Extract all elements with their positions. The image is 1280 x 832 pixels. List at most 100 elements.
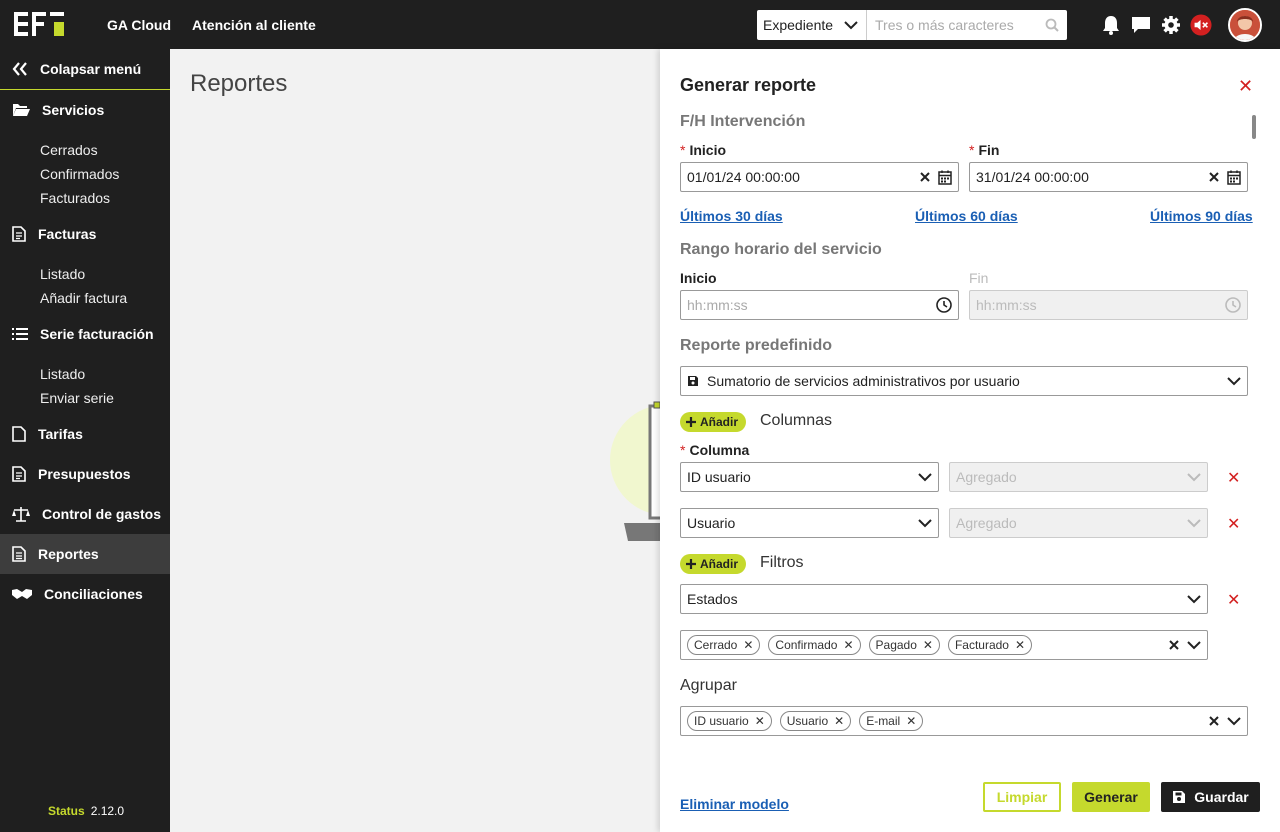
chip: Confirmado ✕: [768, 635, 861, 655]
version-text: 2.12.0: [90, 804, 125, 818]
clear-button[interactable]: Limpiar: [983, 782, 1061, 812]
chevron-down-icon: [1187, 595, 1201, 604]
clear-icon[interactable]: [1209, 172, 1219, 182]
filter-field-value: Estados: [687, 591, 738, 607]
mute-icon[interactable]: [1190, 13, 1212, 36]
delete-model-link[interactable]: Eliminar modelo: [680, 796, 789, 812]
clear-icon[interactable]: [1209, 716, 1219, 726]
calendar-icon[interactable]: [938, 170, 952, 185]
sidebar-sub-enviar-serie[interactable]: Enviar serie: [0, 386, 170, 410]
gear-icon[interactable]: [1160, 14, 1182, 36]
chip: Pagado ✕: [868, 635, 940, 655]
generate-report-panel: Generar reporte ✕ F/H Intervención * Inic…: [660, 49, 1280, 832]
avatar[interactable]: [1228, 8, 1262, 42]
sidebar-item-presupuestos[interactable]: Presupuestos: [0, 454, 170, 494]
link-ultimos-90[interactable]: Últimos 90 días: [1150, 208, 1253, 224]
rango-fin-label: Fin: [969, 270, 989, 286]
column-select-2[interactable]: Usuario: [680, 508, 939, 538]
search-icon[interactable]: [1045, 18, 1059, 32]
clear-icon[interactable]: [1169, 640, 1179, 650]
chip-remove-icon[interactable]: ✕: [923, 638, 933, 652]
sidebar-sub-listado-facturas[interactable]: Listado: [0, 262, 170, 286]
search-input[interactable]: [875, 17, 1035, 33]
intervencion-fin-input[interactable]: 31/01/24 00:00:00: [969, 162, 1248, 192]
column-select-1[interactable]: ID usuario: [680, 462, 939, 492]
sidebar-item-tarifas[interactable]: Tarifas: [0, 414, 170, 454]
chevron-down-icon[interactable]: [1187, 640, 1201, 650]
remove-filter-icon[interactable]: ✕: [1227, 590, 1240, 610]
sidebar-item-label: Control de gastos: [42, 506, 162, 522]
predefinido-select[interactable]: Sumatorio de servicios administrativos p…: [680, 366, 1248, 396]
chip-remove-icon[interactable]: ✕: [1015, 638, 1025, 652]
intervencion-inicio-input[interactable]: 01/01/24 00:00:00: [680, 162, 959, 192]
rango-inicio-input[interactable]: hh:mm:ss: [680, 290, 959, 320]
chip-remove-icon[interactable]: ✕: [906, 714, 916, 728]
chip-remove-icon[interactable]: ✕: [843, 638, 853, 652]
chip-remove-icon[interactable]: ✕: [834, 714, 844, 728]
sidebar-item-reportes[interactable]: Reportes: [0, 534, 170, 574]
sidebar-item-facturas[interactable]: Facturas: [0, 214, 170, 254]
sidebar-item-label: Conciliaciones: [44, 586, 143, 602]
filter-field-select[interactable]: Estados: [680, 584, 1208, 614]
document-icon: [12, 226, 26, 242]
columna-label: * Columna: [680, 442, 750, 458]
clear-icon[interactable]: [920, 172, 930, 182]
generate-button[interactable]: Generar: [1072, 782, 1150, 812]
chip-remove-icon[interactable]: ✕: [755, 714, 765, 728]
sidebar-sub-confirmados[interactable]: Confirmados: [0, 162, 170, 186]
clock-icon[interactable]: [936, 297, 952, 313]
report-icon: [12, 546, 26, 562]
predefinido-value: Sumatorio de servicios administrativos p…: [707, 373, 1020, 389]
sidebar-item-label: Facturas: [38, 226, 97, 242]
plus-icon: [686, 559, 696, 569]
close-icon[interactable]: ✕: [1238, 76, 1253, 97]
sidebar-sub-anadir-factura[interactable]: Añadir factura: [0, 286, 170, 310]
save-button[interactable]: Guardar: [1161, 782, 1260, 812]
save-icon: [688, 376, 698, 386]
column-value-1: ID usuario: [687, 469, 751, 485]
rango-fin-placeholder: hh:mm:ss: [976, 297, 1037, 313]
remove-column-1-icon[interactable]: ✕: [1227, 468, 1240, 488]
sidebar-item-label: Servicios: [42, 102, 105, 118]
collapse-menu-button[interactable]: Colapsar menú: [0, 49, 170, 90]
chevron-down-icon: [918, 519, 932, 528]
double-chevron-left-icon: [12, 62, 27, 76]
chip: ID usuario ✕: [687, 711, 772, 731]
chevron-down-icon: [1227, 377, 1241, 386]
status-label: Status: [48, 804, 85, 818]
add-column-button[interactable]: Añadir: [680, 412, 747, 432]
bell-icon[interactable]: [1100, 14, 1122, 36]
chip-remove-icon[interactable]: ✕: [743, 638, 753, 652]
nav-ga-cloud[interactable]: GA Cloud: [107, 17, 171, 33]
group-by-multiselect[interactable]: ID usuario ✕ Usuario ✕ E-mail ✕: [680, 706, 1248, 736]
calendar-icon[interactable]: [1227, 170, 1241, 185]
save-icon: [1173, 791, 1186, 803]
global-search: Expediente: [757, 10, 1067, 40]
intervencion-fin-value: 31/01/24 00:00:00: [976, 169, 1089, 185]
chat-icon[interactable]: [1130, 14, 1152, 36]
filtros-title: Filtros: [760, 554, 804, 571]
sidebar-item-conciliaciones[interactable]: Conciliaciones: [0, 574, 170, 614]
sidebar-sub-facturados[interactable]: Facturados: [0, 186, 170, 210]
sidebar-item-serie-facturacion[interactable]: Serie facturación: [0, 314, 170, 354]
add-filter-button[interactable]: Añadir: [680, 554, 747, 574]
link-ultimos-60[interactable]: Últimos 60 días: [915, 208, 1018, 224]
sidebar-item-control-gastos[interactable]: Control de gastos: [0, 494, 170, 534]
collapse-menu-label: Colapsar menú: [40, 61, 142, 77]
nav-atencion-cliente[interactable]: Atención al cliente: [192, 17, 316, 33]
column-value-2: Usuario: [687, 515, 736, 531]
document-icon: [12, 466, 26, 482]
section-intervencion-title: F/H Intervención: [680, 113, 806, 130]
intervencion-inicio-value: 01/01/24 00:00:00: [687, 169, 800, 185]
sidebar-item-servicios[interactable]: Servicios: [0, 90, 170, 130]
search-type-select[interactable]: Expediente: [757, 10, 867, 40]
sidebar-sub-cerrados[interactable]: Cerrados: [0, 138, 170, 162]
scrollbar[interactable]: [1252, 115, 1256, 139]
sidebar-sub-listado-serie[interactable]: Listado: [0, 362, 170, 386]
chevron-down-icon[interactable]: [1227, 716, 1241, 726]
remove-column-2-icon[interactable]: ✕: [1227, 514, 1240, 534]
filter-values-multiselect[interactable]: Cerrado ✕ Confirmado ✕ Pagado ✕ Facturado ✕: [680, 630, 1208, 660]
logo[interactable]: [14, 12, 66, 36]
link-ultimos-30[interactable]: Últimos 30 días: [680, 208, 783, 224]
list-icon: [12, 328, 28, 340]
